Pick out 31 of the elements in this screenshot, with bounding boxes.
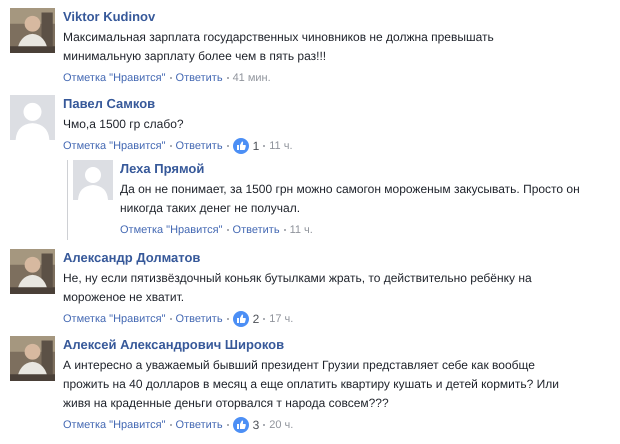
- author-name[interactable]: Алексей Александрович Широков: [63, 337, 284, 353]
- comment-time: 41 мин.: [232, 71, 271, 86]
- comment-time: 11 ч.: [290, 223, 313, 238]
- author-name[interactable]: Viktor Kudinov: [63, 9, 156, 25]
- reaction-count: 2: [252, 311, 260, 327]
- like-link[interactable]: Отметка "Нравится": [63, 311, 166, 327]
- like-link[interactable]: Отметка "Нравится": [120, 222, 223, 238]
- reply-link[interactable]: Ответить: [176, 138, 223, 154]
- reply-link[interactable]: Ответить: [176, 311, 223, 327]
- author-name[interactable]: Александр Долматов: [63, 250, 200, 266]
- like-link[interactable]: Отметка "Нравится": [63, 70, 166, 86]
- comment-text: Не, ну если пятизвёздочный коньяк бутылками жрать, то действительно ребёнку на мороженое не хватит.: [63, 270, 532, 306]
- reply-link[interactable]: Ответить: [176, 70, 223, 86]
- reply-link[interactable]: Ответить: [176, 417, 223, 433]
- reaction-count: 3: [252, 417, 260, 433]
- like-link[interactable]: Отметка "Нравится": [63, 138, 166, 154]
- comment-time: 11 ч.: [269, 139, 293, 154]
- thumbs-up-icon[interactable]: [232, 417, 249, 433]
- thumbs-up-icon[interactable]: [232, 138, 249, 154]
- comment-time: 20 ч.: [269, 418, 294, 433]
- like-link[interactable]: Отметка "Нравится": [63, 417, 166, 433]
- author-name[interactable]: Леха Прямой: [120, 161, 204, 177]
- thumbs-up-icon[interactable]: [232, 311, 249, 327]
- comment-text: А интересно а уважаемый бывший президент Грузии представляет себе как вообще прожить на 40 долларов в месяц а еще оплатить квартиру кушать и детей кормить? Или живя на краденные деньги оторвался т народа совсем???: [63, 357, 559, 412]
- comment-text: Максимальная зарплата государственных чиновников не должна превышать минимальную зарплату более чем в пять раз!!!: [63, 29, 494, 65]
- comment-text: Да он не понимает, за 1500 грн можно самогон мороженым закусывать. Просто он никогда таких денег не получал.: [120, 181, 580, 217]
- reaction-count: 1: [252, 138, 260, 154]
- reply-link[interactable]: Ответить: [232, 222, 280, 238]
- author-name[interactable]: Павел Самков: [63, 96, 156, 112]
- comment-time: 17 ч.: [269, 312, 294, 327]
- comment-text: Чмо,а 1500 гр слабо?: [63, 116, 185, 133]
